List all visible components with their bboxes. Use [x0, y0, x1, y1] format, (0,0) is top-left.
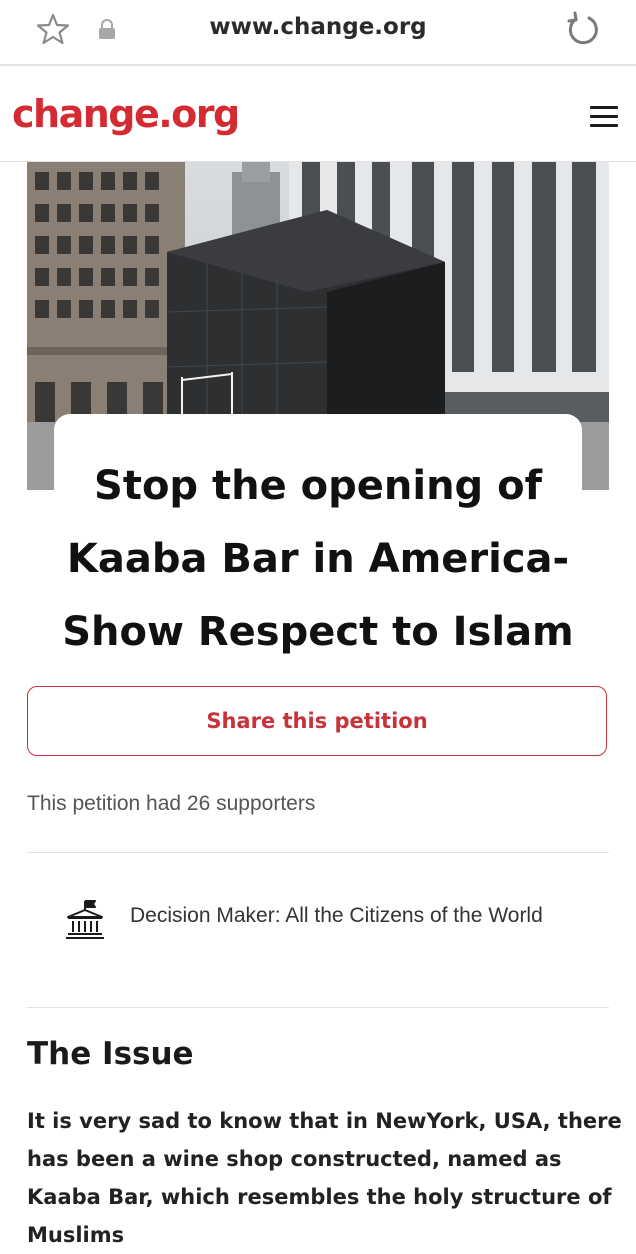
supporters-count: This petition had 26 supporters [27, 792, 316, 815]
petition-title: Stop the opening of Kaaba Bar in America… [62, 463, 574, 655]
address-bar-url[interactable]: www.change.org [0, 14, 636, 40]
share-petition-button[interactable]: Share this petition [27, 686, 607, 756]
site-header: change.org [0, 66, 636, 162]
change-org-logo[interactable]: change.org [12, 92, 240, 136]
menu-icon[interactable] [590, 106, 618, 128]
browser-toolbar: www.change.org [0, 0, 636, 66]
government-building-icon [66, 900, 104, 939]
petition-title-card: Stop the opening of Kaaba Bar in America… [54, 414, 582, 655]
decision-maker-section: Decision Maker: All the Citizens of the … [64, 893, 609, 973]
decision-maker-text: Decision Maker: All the Citizens of the … [130, 904, 543, 927]
share-petition-label: Share this petition [206, 709, 428, 733]
divider [27, 1007, 609, 1008]
reload-icon[interactable] [564, 10, 602, 48]
issue-heading: The Issue [27, 1036, 194, 1072]
divider [27, 852, 609, 853]
issue-body: It is very sad to know that in NewYork, … [27, 1109, 622, 1247]
